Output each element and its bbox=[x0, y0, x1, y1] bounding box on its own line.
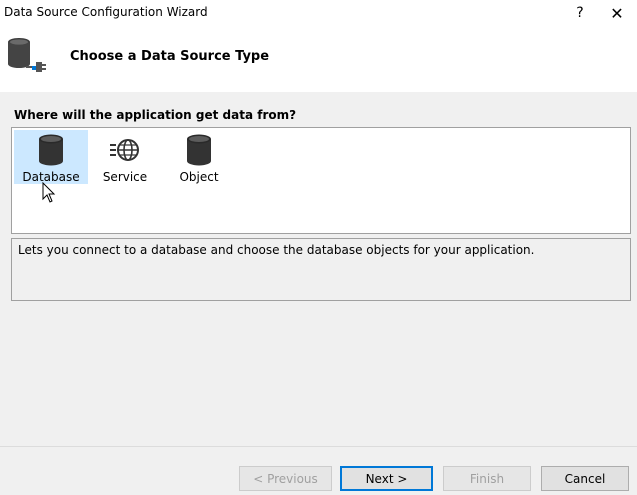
page-title: Choose a Data Source Type bbox=[70, 49, 270, 64]
previous-button[interactable]: < Previous bbox=[239, 466, 332, 491]
choice-object[interactable]: Object bbox=[162, 130, 236, 184]
title-bar: Data Source Configuration Wizard ? ✕ bbox=[0, 0, 637, 26]
database-icon bbox=[35, 133, 67, 167]
close-button[interactable]: ✕ bbox=[597, 0, 637, 26]
choice-service[interactable]: Service bbox=[88, 130, 162, 184]
wizard-header: Choose a Data Source Type bbox=[0, 26, 637, 92]
footer-divider bbox=[0, 446, 637, 447]
object-cylinder-icon bbox=[183, 133, 215, 167]
next-button[interactable]: Next > bbox=[340, 466, 433, 491]
description-text: Lets you connect to a database and choos… bbox=[18, 243, 535, 257]
description-box: Lets you connect to a database and choos… bbox=[11, 238, 631, 301]
help-button[interactable]: ? bbox=[560, 0, 600, 26]
choice-label-object: Object bbox=[179, 170, 219, 184]
window-title: Data Source Configuration Wizard bbox=[4, 5, 208, 19]
question-label: Where will the application get data from… bbox=[14, 108, 297, 122]
cancel-button[interactable]: Cancel bbox=[541, 466, 629, 491]
wizard-window: Data Source Configuration Wizard ? ✕ Cho… bbox=[0, 0, 637, 495]
service-globe-icon bbox=[109, 133, 141, 167]
data-source-type-list: Database Service Object bbox=[11, 127, 631, 234]
choice-database[interactable]: Database bbox=[14, 130, 88, 184]
database-plug-icon bbox=[4, 36, 50, 76]
choice-label-service: Service bbox=[102, 170, 148, 184]
mouse-pointer-icon bbox=[42, 181, 56, 204]
finish-button[interactable]: Finish bbox=[443, 466, 531, 491]
